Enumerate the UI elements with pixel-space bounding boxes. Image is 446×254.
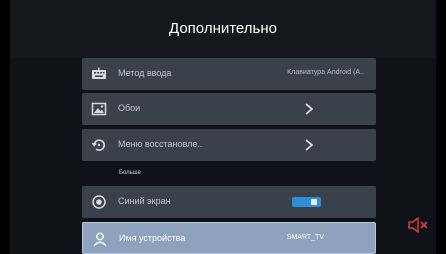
- settings-screen: Дополнительно Метод ввода Клавиатура And…: [10, 0, 436, 254]
- section-more-label: Больше: [119, 170, 141, 176]
- page-title: Дополнительно: [169, 20, 277, 37]
- keyboard-icon: [92, 67, 106, 79]
- wallpaper-item[interactable]: Обои: [82, 93, 376, 125]
- input-method-item[interactable]: Метод ввода Клавиатура Android (А..: [82, 58, 376, 90]
- speaker-muted-icon: [408, 217, 428, 233]
- restore-menu-label: Меню восстановле..: [118, 139, 203, 149]
- chevron-right-icon: [305, 139, 314, 151]
- device-name-value: SMART_TV: [286, 234, 324, 241]
- input-method-value: Клавиатура Android (А..: [287, 69, 364, 76]
- restore-menu-item[interactable]: Меню восстановле..: [82, 129, 376, 161]
- device-name-item[interactable]: Имя устройства SMART_TV: [82, 222, 376, 254]
- input-method-label: Метод ввода: [118, 68, 172, 78]
- header: Дополнительно: [10, 0, 436, 58]
- blue-screen-label: Синий экран: [118, 196, 171, 206]
- blue-screen-toggle[interactable]: [292, 197, 321, 207]
- chevron-right-icon: [305, 103, 314, 115]
- person-icon: [93, 232, 107, 247]
- restore-icon: [91, 139, 105, 151]
- blue-screen-item[interactable]: Синий экран: [82, 186, 376, 218]
- toggle-knob: [311, 199, 317, 205]
- wallpaper-label: Обои: [118, 103, 141, 113]
- screen-icon: [92, 195, 106, 209]
- wallpaper-icon: [91, 102, 107, 116]
- device-name-label: Имя устройства: [119, 233, 186, 243]
